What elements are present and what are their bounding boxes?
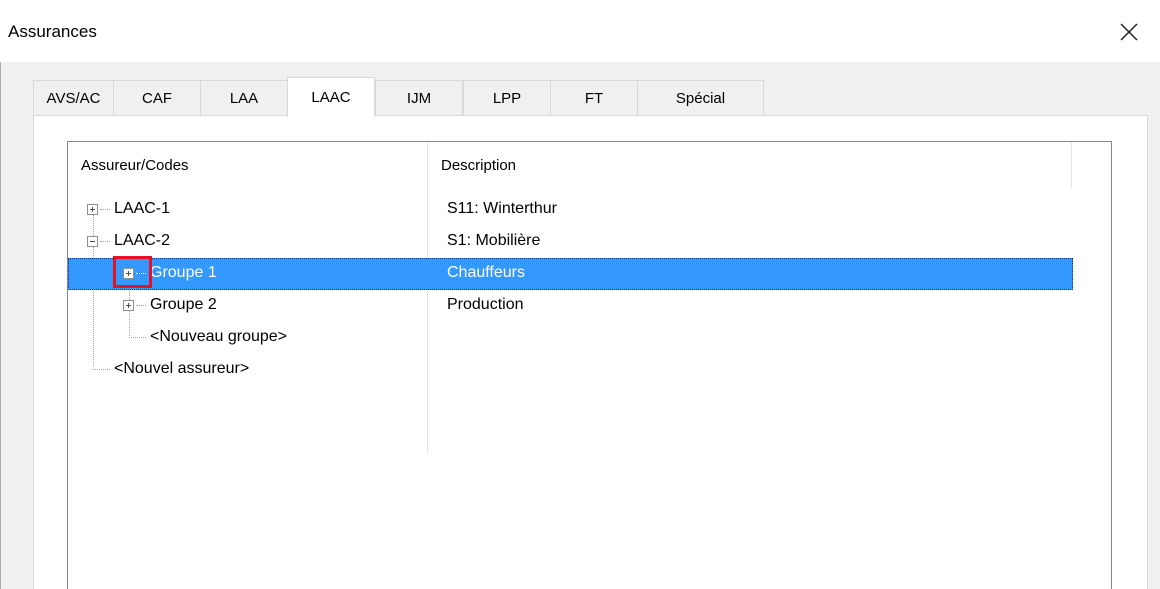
tab-laa[interactable]: LAA xyxy=(200,80,288,116)
tree-row-nouveau-groupe[interactable]: <Nouveau groupe> xyxy=(68,322,1073,354)
expand-plus-icon[interactable] xyxy=(87,204,98,215)
tree-line xyxy=(136,305,146,306)
highlight-annotation-box xyxy=(113,256,152,288)
row-description: Chauffeurs xyxy=(447,264,525,281)
tree-line xyxy=(100,241,110,242)
row-name: Groupe 1 xyxy=(150,264,217,281)
title-bar: Assurances xyxy=(0,0,1160,62)
tree-row-nouvel-assureur[interactable]: <Nouvel assureur> xyxy=(68,354,1073,386)
collapse-minus-icon[interactable] xyxy=(87,236,98,247)
row-name: <Nouvel assureur> xyxy=(114,360,250,377)
row-name: <Nouveau groupe> xyxy=(150,328,287,345)
tab-caf[interactable]: CAF xyxy=(113,80,201,116)
row-name: LAAC-2 xyxy=(114,232,171,249)
tree-line xyxy=(129,337,146,338)
tree-row-groupe-2[interactable]: Groupe 2 Production xyxy=(68,290,1073,322)
list-header: Assureur/Codes Description xyxy=(68,142,1111,188)
tab-laac[interactable]: LAAC xyxy=(287,77,375,117)
tree-row-groupe-1[interactable]: Groupe 1 Chauffeurs xyxy=(68,258,1073,290)
window-title: Assurances xyxy=(8,22,97,41)
row-name: LAAC-1 xyxy=(114,200,171,217)
tree-row-laac-1[interactable]: LAAC-1 S11: Winterthur xyxy=(68,194,1073,226)
tree-line xyxy=(100,209,110,210)
tab-special[interactable]: Spécial xyxy=(637,80,764,116)
row-description: S11: Winterthur xyxy=(447,200,557,217)
tab-ijm[interactable]: IJM xyxy=(375,80,463,116)
tab-avs-ac[interactable]: AVS/AC xyxy=(33,80,114,116)
close-icon xyxy=(1120,23,1138,41)
expand-plus-icon[interactable] xyxy=(123,300,134,311)
assurances-dialog: Assurances AVS/AC CAF LAA LAAC IJM LPP F… xyxy=(0,0,1160,589)
column-header-description[interactable]: Description xyxy=(428,142,1072,188)
tree-line xyxy=(93,369,110,370)
tab-lpp[interactable]: LPP xyxy=(463,80,551,116)
row-name: Groupe 2 xyxy=(150,296,217,313)
tab-ft[interactable]: FT xyxy=(550,80,638,116)
tree-row-laac-2[interactable]: LAAC-2 S1: Mobilière xyxy=(68,226,1073,258)
close-button[interactable] xyxy=(1106,12,1152,52)
row-description: Production xyxy=(447,296,524,313)
insurer-tree-list[interactable]: Assureur/Codes Description LAAC-1 S11: W… xyxy=(67,141,1112,589)
column-header-assureur-codes[interactable]: Assureur/Codes xyxy=(68,142,428,188)
row-description: S1: Mobilière xyxy=(447,232,541,249)
